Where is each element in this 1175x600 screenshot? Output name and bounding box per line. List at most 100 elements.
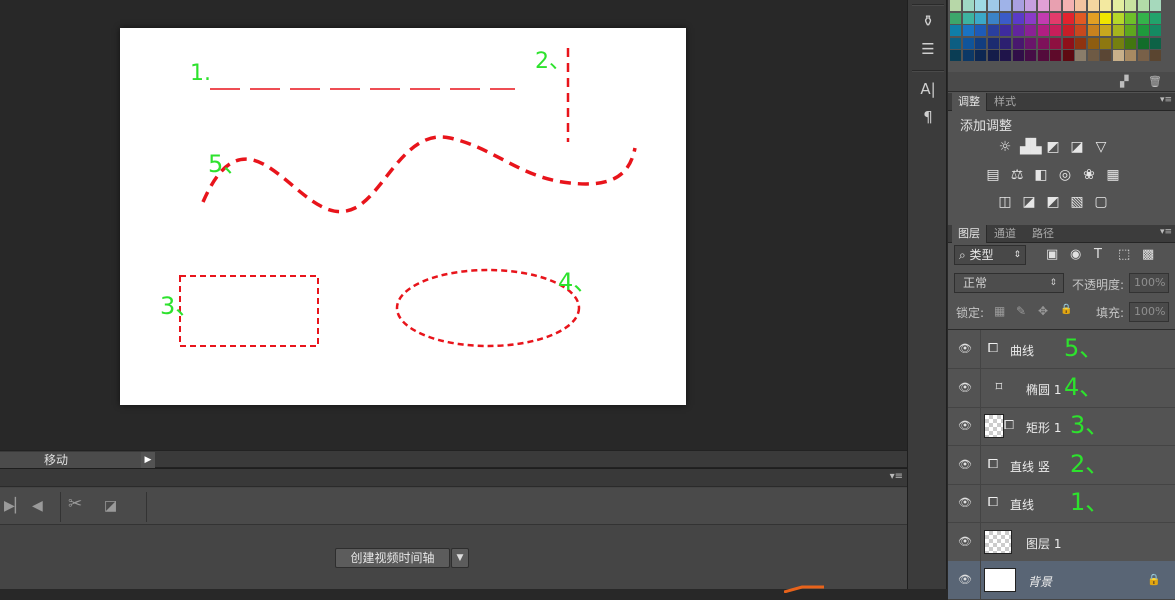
color-swatch[interactable] [1087, 0, 1099, 11]
trash-icon[interactable]: 🗑 [1148, 75, 1162, 88]
color-swatch[interactable] [1150, 50, 1161, 61]
adjustment-icon[interactable]: ◧ [1032, 167, 1050, 183]
color-swatch[interactable] [1125, 37, 1136, 49]
color-swatch[interactable] [962, 50, 974, 61]
new-swatch-icon[interactable]: ▞ [1120, 75, 1128, 88]
color-swatch[interactable] [962, 25, 974, 36]
transition-icon[interactable]: ◪ [104, 498, 117, 514]
color-swatch[interactable] [1087, 12, 1099, 24]
color-swatch[interactable] [1112, 50, 1124, 61]
layer-row[interactable]: 👁 ⧠ 曲线 5、 [948, 330, 1175, 369]
layer-row[interactable]: 👁 ⧠ 直线 1、 [948, 484, 1175, 523]
color-swatch[interactable] [1037, 50, 1049, 61]
color-swatch[interactable] [1025, 37, 1036, 49]
color-swatch[interactable] [950, 37, 961, 49]
adjustment-icon[interactable]: ▽ [1092, 139, 1110, 155]
color-swatch[interactable] [950, 0, 961, 11]
adjustment-icon[interactable]: ▧ [1068, 194, 1086, 210]
color-swatch[interactable] [1137, 25, 1149, 36]
layer-row[interactable]: 👁 背景 🔒 [948, 561, 1175, 600]
lock-transparent-icon[interactable]: ▦ [994, 304, 1005, 318]
adjustment-icon[interactable]: ▦ [1104, 167, 1122, 183]
adjustment-icon[interactable]: ❀ [1080, 167, 1098, 183]
color-swatch[interactable] [1012, 37, 1024, 49]
layer-filter-kind-select[interactable]: ⌕ 类型 ⇕ [954, 245, 1026, 265]
color-swatch[interactable] [975, 50, 986, 61]
scissors-icon[interactable]: ✂ [68, 496, 82, 513]
color-swatch[interactable] [1100, 0, 1111, 11]
status-menu-arrow-icon[interactable]: ▶ [141, 452, 155, 468]
color-swatch[interactable] [1125, 50, 1136, 61]
settings-sliders-icon[interactable]: ☰ [918, 40, 938, 58]
color-swatch[interactable] [1137, 12, 1149, 24]
eye-icon[interactable]: 👁 [958, 535, 972, 549]
layer-row[interactable]: 👁 图层 1 [948, 522, 1175, 562]
adjustment-icon[interactable]: ▢ [1092, 194, 1110, 210]
canvas-document[interactable]: 1. 2、 5、 3、 4、 [120, 28, 686, 405]
eye-icon[interactable]: 👁 [958, 458, 972, 472]
tab-paths[interactable]: 路径 [1026, 225, 1060, 243]
color-swatch[interactable] [987, 0, 999, 11]
adjustment-icon[interactable]: ◪ [1020, 194, 1038, 210]
color-swatch[interactable] [1050, 50, 1061, 61]
volume-icon[interactable]: ◀ [32, 498, 43, 514]
color-swatch[interactable] [1075, 12, 1086, 24]
color-swatch[interactable] [987, 37, 999, 49]
color-swatch[interactable] [962, 0, 974, 11]
color-swatch[interactable] [1050, 0, 1061, 11]
color-swatch[interactable] [1012, 12, 1024, 24]
filter-smart-object-icon[interactable]: ▩ [1142, 247, 1154, 262]
fill-field[interactable]: 100% [1129, 302, 1169, 322]
color-swatch[interactable] [1012, 25, 1024, 36]
tab-styles[interactable]: 样式 [988, 93, 1022, 111]
color-swatch[interactable] [1062, 50, 1074, 61]
filter-shape-icon[interactable]: ⬚ [1118, 247, 1130, 262]
color-swatch[interactable] [1012, 0, 1024, 11]
layer-row[interactable]: 👁 ⧠ 直线 竖 2、 [948, 445, 1175, 485]
color-swatch[interactable] [1062, 25, 1074, 36]
adjustment-icon[interactable]: ◩ [1044, 139, 1062, 155]
color-swatch[interactable] [1087, 37, 1099, 49]
color-swatch[interactable] [1112, 12, 1124, 24]
adjustment-icon[interactable]: ▤ [984, 167, 1002, 183]
filter-pixel-icon[interactable]: ▣ [1046, 247, 1058, 262]
blend-mode-select[interactable]: 正常 ⇕ [954, 273, 1064, 293]
panel-menu-icon[interactable]: ▾≡ [1160, 95, 1172, 105]
tab-channels[interactable]: 通道 [988, 225, 1022, 243]
color-swatch[interactable] [962, 12, 974, 24]
adjustment-icon[interactable]: ◩ [1044, 194, 1062, 210]
timeline-menu-icon[interactable]: ▾≡ [890, 471, 903, 482]
color-swatch[interactable] [1112, 37, 1124, 49]
color-swatch[interactable] [1150, 37, 1161, 49]
brush-preset-icon[interactable]: ⚱ [918, 12, 938, 30]
color-swatch[interactable] [1087, 25, 1099, 36]
color-swatch[interactable] [962, 37, 974, 49]
adjustment-icon[interactable]: ⚖ [1008, 167, 1026, 183]
color-swatch[interactable] [1050, 25, 1061, 36]
color-swatch[interactable] [1025, 25, 1036, 36]
color-swatch[interactable] [1150, 25, 1161, 36]
filter-adjustment-icon[interactable]: ◉ [1070, 247, 1081, 262]
adjustment-icon[interactable]: ◪ [1068, 139, 1086, 155]
tab-layers[interactable]: 图层 [952, 225, 987, 243]
filter-type-icon[interactable]: T [1094, 247, 1102, 262]
color-swatch[interactable] [1050, 37, 1061, 49]
color-swatch[interactable] [1000, 0, 1011, 11]
adjustment-icon[interactable]: ◫ [996, 194, 1014, 210]
eye-icon[interactable]: 👁 [958, 496, 972, 510]
paragraph-icon[interactable]: ¶ [918, 108, 938, 126]
color-swatch[interactable] [1037, 12, 1049, 24]
color-swatch[interactable] [1050, 12, 1061, 24]
color-swatch[interactable] [1025, 0, 1036, 11]
color-swatch[interactable] [1125, 0, 1136, 11]
color-swatch[interactable] [1037, 25, 1049, 36]
color-swatch[interactable] [975, 0, 986, 11]
eye-icon[interactable]: 👁 [958, 381, 972, 395]
layer-row[interactable]: 👁 ⌑ 椭圆 1 4、 [948, 368, 1175, 408]
lock-image-icon[interactable]: ✎ [1016, 304, 1026, 318]
adjustment-icon[interactable]: ▟▙ [1020, 139, 1042, 155]
eye-icon[interactable]: 👁 [958, 573, 972, 587]
color-swatch[interactable] [1000, 25, 1011, 36]
color-swatch[interactable] [1075, 50, 1086, 61]
color-swatch[interactable] [987, 50, 999, 61]
